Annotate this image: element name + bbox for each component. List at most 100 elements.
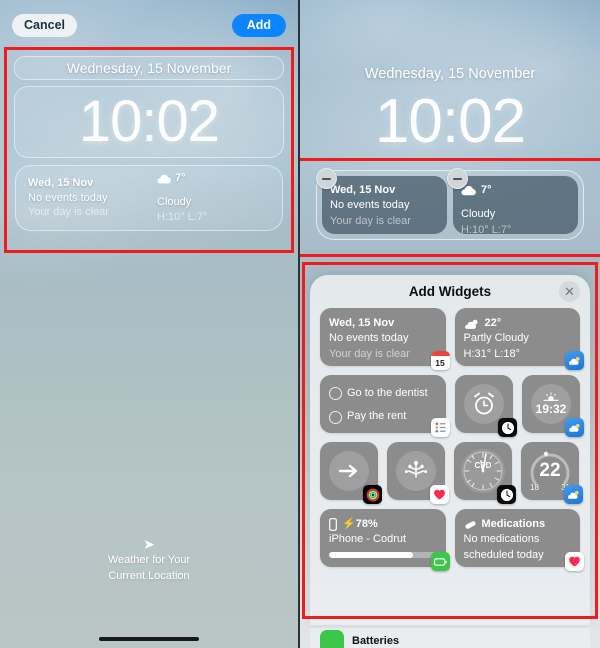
lock-widget-calendar[interactable]: Wed, 15 Nov No events today Your day is … [20, 176, 149, 221]
calendar-subtitle: Your day is clear [329, 347, 410, 360]
weather-app-icon [564, 485, 583, 504]
lock-date-right: Wednesday, 15 November [364, 66, 536, 82]
weather-app-icon [565, 351, 584, 370]
batteries-app-icon [430, 552, 450, 571]
add-button[interactable]: Add [231, 14, 286, 37]
weather-temp: 7° [481, 184, 492, 196]
bolt-icon: ⚡ [342, 518, 356, 530]
weather-attribution: ➤ Weather for Your Current Location [0, 537, 298, 585]
health-app-icon [430, 485, 449, 504]
widget-row: ⚡78% iPhone - Codrut Medications No medi… [320, 509, 584, 571]
cancel-button[interactable]: Cancel [12, 14, 77, 37]
calendar-subtitle: Your day is clear [330, 214, 411, 227]
location-arrow-icon: ➤ [143, 536, 155, 552]
reminders-app-icon [431, 418, 450, 437]
battery-charge: ⚡78% [342, 518, 378, 530]
widget-row: Wed, 15 Nov No events today Your day is … [320, 308, 584, 370]
medications-title: Medications [481, 518, 546, 530]
widget-reminders[interactable]: Go to the dentist Pay the rent [320, 375, 450, 437]
world-clock-label: CPD [474, 461, 492, 470]
pill-icon [464, 520, 476, 529]
weather-temp: 7° [175, 172, 186, 185]
panel-divider [298, 0, 300, 648]
calendar-events: No events today [329, 332, 409, 345]
sun-behind-cloud-icon [464, 319, 478, 329]
widget-weather[interactable]: 22° Partly Cloudy H:31° L:18° [454, 308, 584, 370]
add-widgets-sheet: Add Widgets ✕ Wed, 15 Nov No events toda… [310, 275, 590, 625]
weather-condition: Partly Cloudy [463, 332, 529, 345]
widget-fitness[interactable] [320, 442, 382, 504]
clock-app-icon [497, 485, 516, 504]
clock-app-icon [498, 418, 517, 437]
lock-date-pill[interactable]: Wednesday, 15 November [14, 56, 284, 80]
widget-battery[interactable]: ⚡78% iPhone - Codrut [320, 509, 450, 571]
calendar-date: Wed, 15 Nov [28, 176, 94, 189]
sheet-footer-spacer [310, 595, 590, 625]
widget-alarm[interactable] [455, 375, 517, 437]
widget-row: CPD 22 18 [320, 442, 583, 504]
home-indicator-left [99, 637, 199, 641]
lock-widget-container[interactable]: Wed, 15 Nov No events today Your day is … [15, 165, 283, 231]
alarm-clock-icon [464, 384, 504, 424]
weather-condition: Cloudy [461, 208, 496, 221]
fitness-app-icon [363, 485, 382, 504]
lock-clock-right: 10:02 [374, 87, 526, 156]
battery-progress-bar [329, 552, 437, 558]
lock-widget-container-right[interactable]: Wed, 15 Nov No events today Your day is … [316, 168, 584, 240]
health-app-icon [565, 552, 584, 571]
widget-health[interactable] [387, 442, 449, 504]
widget-gallery: Wed, 15 Nov No events today Your day is … [310, 308, 590, 571]
widget-calendar[interactable]: Wed, 15 Nov No events today Your day is … [320, 308, 450, 370]
calendar-date: Wed, 15 Nov [330, 184, 396, 196]
medications-line3: scheduled today [463, 548, 544, 561]
reminder-task-1: Go to the dentist [347, 387, 428, 399]
batteries-list-item[interactable]: Batteries [310, 628, 590, 648]
calendar-events: No events today [330, 199, 410, 212]
screenshot-root: Cancel Add Wednesday, 15 November 10:02 … [0, 0, 600, 648]
weather-condition: Cloudy [157, 196, 192, 209]
widget-sunset[interactable]: 19:32 [522, 375, 584, 437]
lock-clock-box[interactable]: 10:02 [14, 86, 284, 158]
attribution-line2: Current Location [108, 569, 190, 582]
widget-row: Go to the dentist Pay the rent 19:32 [320, 375, 584, 437]
calendar-events: No events today [28, 191, 108, 204]
widget-world-clock[interactable]: CPD [454, 442, 516, 504]
lock-widget-weather[interactable]: 7° Cloudy H:10° L:7° [149, 171, 278, 225]
sunset-time: 19:32 [535, 402, 567, 416]
lock-widget-weather-right[interactable]: 7° Cloudy H:10° L:7° [447, 168, 578, 236]
sunset-icon [543, 392, 559, 401]
lock-screen-preview: Wednesday, 15 November 10:02 Wed, 15 Nov… [0, 56, 298, 231]
reminder-task-2: Pay the rent [347, 410, 407, 423]
arrow-right-circle-icon [329, 451, 369, 491]
sheet-title: Add Widgets [408, 284, 492, 299]
minus-icon[interactable] [447, 168, 468, 189]
weather-temp: 22° [484, 317, 502, 329]
attribution-line1: Weather for Your [107, 554, 191, 566]
batteries-list-label: Batteries [352, 635, 400, 647]
weather-highlow: H:10° L:7° [157, 210, 208, 223]
left-panel: Cancel Add Wednesday, 15 November 10:02 … [0, 0, 298, 648]
checkbox-icon[interactable] [329, 387, 342, 401]
weather-highlow: H:31° L:18° [463, 347, 521, 360]
sheet-header: Add Widgets ✕ [310, 275, 590, 308]
editor-toolbar: Cancel Add [0, 0, 298, 46]
sparkle-tree-icon [396, 451, 436, 491]
lock-widget-calendar-right[interactable]: Wed, 15 Nov No events today Your day is … [316, 168, 447, 234]
widget-temperature-range[interactable]: 22 18 31 [521, 442, 583, 504]
checkbox-icon[interactable] [329, 410, 342, 424]
batteries-app-icon [320, 630, 344, 648]
close-icon[interactable]: ✕ [559, 281, 580, 302]
widget-medications[interactable]: Medications No medications scheduled tod… [454, 509, 584, 571]
battery-device: iPhone - Codrut [329, 533, 407, 546]
right-panel: Wednesday, 15 November 10:02 Wed, 15 Nov… [300, 0, 600, 648]
calendar-app-icon-day: 15 [435, 358, 445, 368]
medications-line2: No medications [463, 533, 540, 546]
weather-app-icon [565, 418, 584, 437]
calendar-date: Wed, 15 Nov [329, 317, 395, 329]
temperature-low: 18 [530, 483, 539, 492]
minus-icon[interactable] [316, 168, 337, 189]
iphone-icon [329, 518, 337, 532]
cloud-icon [157, 174, 171, 184]
weather-highlow: H:10° L:7° [461, 223, 512, 236]
calendar-subtitle: Your day is clear [28, 206, 109, 219]
